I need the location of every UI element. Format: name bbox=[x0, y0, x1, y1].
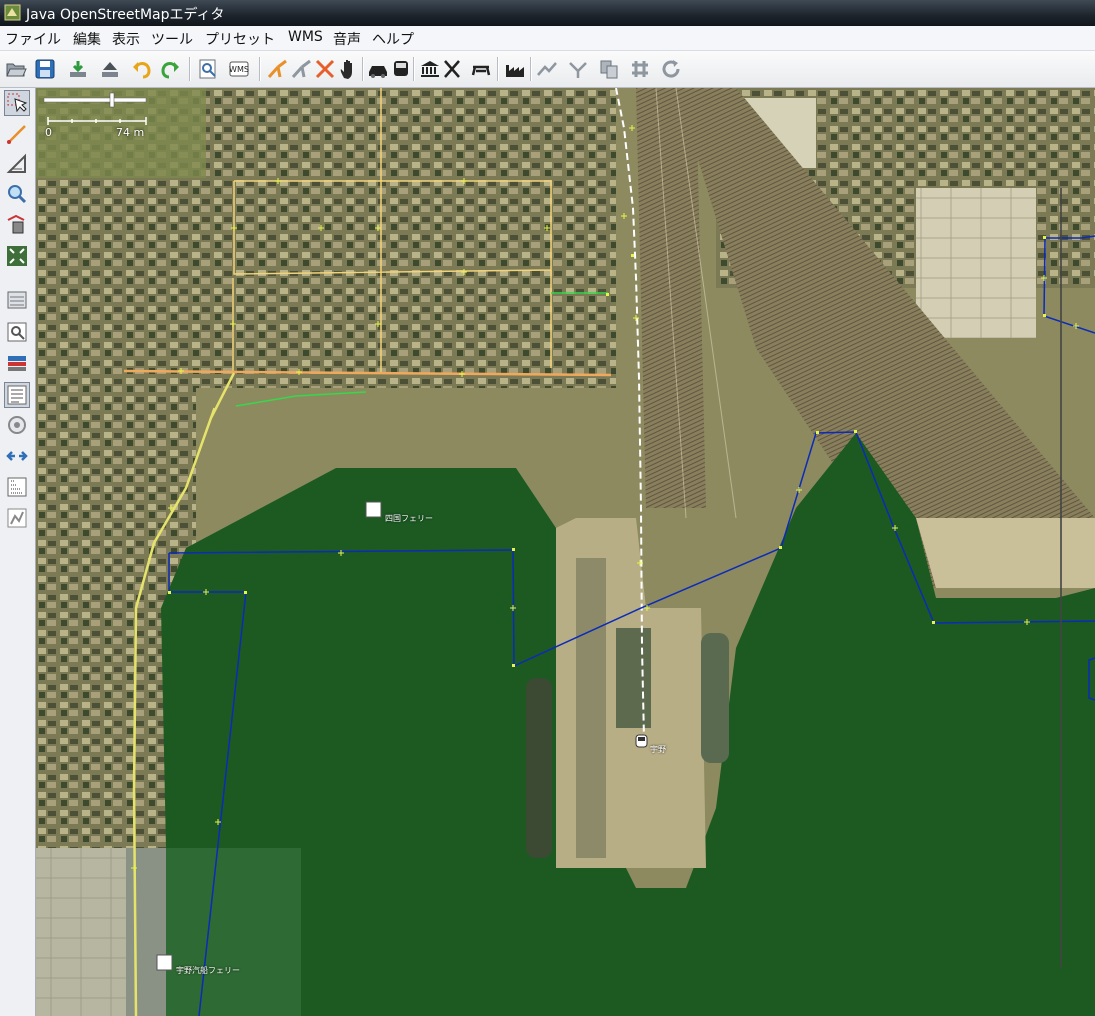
picnic-icon[interactable] bbox=[469, 57, 493, 81]
industrial-icon[interactable] bbox=[503, 57, 527, 81]
museum-icon[interactable] bbox=[418, 57, 442, 81]
menu-edit[interactable]: 編集 bbox=[73, 29, 101, 49]
menu-view[interactable]: 表示 bbox=[112, 29, 140, 49]
menu-tools[interactable]: ツール bbox=[151, 29, 193, 49]
split-way-icon[interactable] bbox=[535, 57, 559, 81]
draw-way-icon[interactable] bbox=[5, 122, 31, 148]
car-icon[interactable] bbox=[366, 57, 390, 81]
road-icon[interactable] bbox=[266, 57, 290, 81]
window-title: Java OpenStreetMapエディタ bbox=[26, 7, 225, 23]
history-icon[interactable] bbox=[5, 351, 31, 377]
east-quay bbox=[916, 518, 1095, 588]
scale-start-label: 0 bbox=[45, 126, 52, 139]
poi-label-ferry-shikoku: 四国フェリー bbox=[385, 514, 433, 523]
list-icon[interactable] bbox=[4, 382, 30, 408]
conflict-icon[interactable] bbox=[5, 444, 31, 470]
moored-ship bbox=[616, 628, 651, 728]
preferences-icon[interactable] bbox=[196, 57, 220, 81]
align-icon[interactable] bbox=[628, 57, 652, 81]
poi-label-station: 宇野 bbox=[650, 745, 666, 754]
open-file-icon[interactable] bbox=[4, 57, 28, 81]
zoom-icon[interactable] bbox=[5, 182, 31, 208]
poi-label-ferry-uno: 宇野汽船フェリー bbox=[176, 966, 240, 975]
layers-icon[interactable] bbox=[5, 288, 31, 314]
warehouse-area bbox=[916, 188, 1036, 338]
ferry-poi-marker-2[interactable] bbox=[156, 954, 173, 971]
moored-vessel bbox=[526, 678, 552, 858]
filter-icon[interactable] bbox=[5, 475, 31, 501]
inset-water bbox=[166, 848, 301, 1016]
ferry-poi-marker[interactable] bbox=[365, 501, 382, 518]
ferry-vessel bbox=[701, 633, 729, 763]
fit-view-icon[interactable] bbox=[5, 244, 31, 270]
menu-audio[interactable]: 音声 bbox=[333, 29, 361, 49]
station-icon[interactable] bbox=[635, 734, 648, 748]
save-icon[interactable] bbox=[33, 57, 57, 81]
scale-end-label: 74 m bbox=[116, 126, 145, 139]
inspect-icon[interactable] bbox=[5, 320, 31, 346]
road-alt-icon[interactable] bbox=[290, 57, 314, 81]
redo-icon[interactable] bbox=[158, 57, 182, 81]
pier-sheds bbox=[576, 558, 606, 858]
download-icon[interactable] bbox=[66, 57, 90, 81]
crossing-icon[interactable] bbox=[313, 57, 337, 81]
josm-app-icon bbox=[4, 4, 21, 21]
menu-presets[interactable]: プリセット bbox=[205, 29, 275, 49]
wms-icon[interactable]: WMS bbox=[227, 57, 251, 81]
main-toolbar: WMS bbox=[0, 51, 1095, 88]
hand-icon[interactable] bbox=[337, 57, 361, 81]
restaurant-icon[interactable] bbox=[440, 57, 464, 81]
svg-text:WMS: WMS bbox=[229, 65, 249, 74]
mode-sidebar bbox=[0, 88, 36, 1016]
map-view[interactable]: 0 74 m 四国フェリー 宇野 宇野汽船フェリー bbox=[36, 88, 1095, 1016]
relation-icon[interactable] bbox=[5, 413, 31, 439]
extrude-icon[interactable] bbox=[5, 212, 31, 238]
menu-help[interactable]: ヘルプ bbox=[372, 29, 414, 49]
validator-icon[interactable] bbox=[5, 506, 31, 532]
refresh-icon[interactable] bbox=[659, 57, 683, 81]
bus-icon[interactable] bbox=[389, 57, 413, 81]
menu-file[interactable]: ファイル bbox=[5, 29, 61, 49]
map-canvas[interactable] bbox=[36, 88, 1095, 1016]
select-icon[interactable] bbox=[4, 90, 30, 116]
delete-icon[interactable] bbox=[5, 152, 31, 178]
inset-buildings bbox=[36, 848, 126, 1016]
copy-icon[interactable] bbox=[597, 57, 621, 81]
undo-icon[interactable] bbox=[130, 57, 154, 81]
menu-bar: ファイル 編集 表示 ツール プリセット WMS 音声 ヘルプ bbox=[0, 26, 1095, 51]
title-bar: Java OpenStreetMapエディタ bbox=[0, 0, 1095, 26]
upload-icon[interactable] bbox=[98, 57, 122, 81]
combine-way-icon[interactable] bbox=[566, 57, 590, 81]
menu-wms[interactable]: WMS bbox=[288, 29, 323, 45]
